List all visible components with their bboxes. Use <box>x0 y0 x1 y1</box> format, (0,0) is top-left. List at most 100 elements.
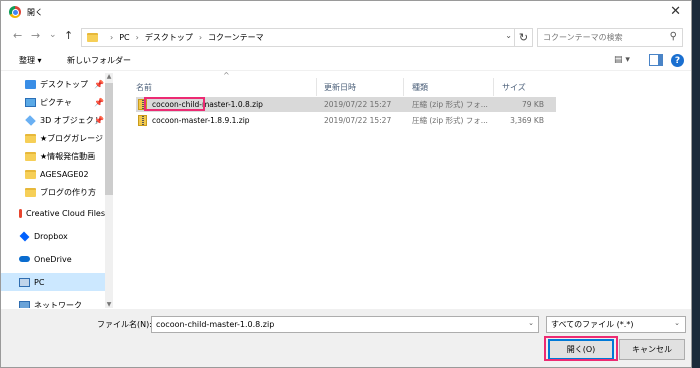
sidebar-item-label: ブログの作り方 <box>40 187 96 197</box>
sidebar-item-dropbox[interactable]: Dropbox <box>19 227 105 245</box>
forward-button[interactable]: → <box>31 29 40 42</box>
chevron-down-icon[interactable]: ⌄ <box>505 31 512 40</box>
file-list: ^ 名前 更新日時 種類 サイズ cocoon-child-master-1.0… <box>126 71 691 308</box>
search-placeholder: コクーンテーマの検索 <box>543 33 623 42</box>
address-bar[interactable]: › PC › デスクトップ › コクーンテーマ ⌄ <box>81 28 533 47</box>
sidebar-item-creative-cloud[interactable]: Creative Cloud Files <box>19 204 105 222</box>
breadcrumb-pc[interactable]: PC <box>119 33 129 42</box>
sidebar-item-label: AGESAGE02 <box>40 169 89 179</box>
sidebar-item-label: Dropbox <box>34 231 68 241</box>
scroll-down-icon[interactable]: ▼ <box>105 301 113 308</box>
organize-button[interactable]: 整理 ▾ <box>19 55 42 66</box>
filetype-value: すべてのファイル (*.*) <box>551 320 634 329</box>
back-button[interactable]: ← <box>13 29 22 42</box>
filetype-select[interactable]: すべてのファイル (*.*) ⌄ <box>546 316 686 333</box>
sidebar-item-blog-howto[interactable]: ブログの作り方 <box>25 183 105 201</box>
sidebar-item-blog-garage[interactable]: ★ブログガレージ <box>25 129 105 147</box>
scroll-up-icon[interactable]: ▲ <box>105 73 113 80</box>
folder-icon <box>25 169 36 179</box>
dropbox-icon <box>19 231 30 241</box>
breadcrumb-current[interactable]: コクーンテーマ <box>208 32 264 43</box>
open-file-dialog: 開く ✕ ← → ⌄ ↑ › PC › デスクトップ › コクーンテーマ ⌄ ↻… <box>0 0 692 368</box>
network-icon <box>19 300 30 308</box>
folder-icon <box>25 133 36 143</box>
sidebar-item-label: ピクチャ <box>40 97 72 107</box>
chevron-right-icon: › <box>198 33 203 42</box>
column-divider[interactable] <box>316 78 317 96</box>
filename-value: cocoon-child-master-1.0.8.zip <box>156 320 275 329</box>
title-bar: 開く ✕ <box>1 1 691 23</box>
navigation-pane: デスクトップ 📌 ピクチャ 📌 3D オブジェクト 📌 ★ブログガレージ ★情報… <box>1 73 113 308</box>
file-date: 2019/07/22 15:27 <box>324 100 392 109</box>
folder-icon <box>87 33 98 42</box>
refresh-button[interactable]: ↻ <box>514 28 533 47</box>
pin-icon: 📌 <box>94 79 104 89</box>
annotation-highlight-filename <box>144 97 205 111</box>
zip-file-icon <box>138 115 147 126</box>
search-icon: ⚲ <box>669 31 677 42</box>
sidebar-item-label: PC <box>34 277 45 287</box>
chevron-right-icon: › <box>135 33 139 42</box>
filename-label: ファイル名(N): <box>97 320 152 329</box>
file-type: 圧縮 (zip 形式) フォ... <box>412 100 488 109</box>
sidebar-item-desktop[interactable]: デスクトップ 📌 <box>25 75 105 93</box>
navigation-bar: ← → ⌄ ↑ › PC › デスクトップ › コクーンテーマ ⌄ ↻ コクーン… <box>1 25 691 49</box>
file-name: cocoon-master-1.8.9.1.zip <box>152 116 250 125</box>
column-divider[interactable] <box>403 78 404 96</box>
3d-objects-icon <box>25 114 36 126</box>
file-size: 79 KB <box>522 100 544 109</box>
sidebar-item-label: ★情報発信動画 <box>40 151 96 161</box>
folder-icon <box>25 187 36 197</box>
sidebar-item-onedrive[interactable]: OneDrive <box>19 250 105 268</box>
file-list-scrollbar[interactable] <box>684 73 691 308</box>
breadcrumb: › PC › デスクトップ › コクーンテーマ <box>104 32 264 43</box>
column-divider[interactable] <box>493 78 494 96</box>
sidebar-item-label: ★ブログガレージ <box>40 133 104 143</box>
folder-icon <box>25 151 36 161</box>
recent-locations-button[interactable]: ⌄ <box>49 30 57 40</box>
sidebar-item-label: 3D オブジェクト <box>40 115 102 125</box>
close-icon[interactable]: ✕ <box>670 4 681 19</box>
column-header-name[interactable]: 名前 <box>136 78 152 96</box>
sort-ascending-icon: ^ <box>223 71 230 80</box>
file-date: 2019/07/22 15:27 <box>324 116 392 125</box>
sidebar-item-info-video[interactable]: ★情報発信動画 <box>25 147 105 165</box>
scrollbar-thumb[interactable] <box>105 83 113 195</box>
pin-icon: 📌 <box>94 115 104 125</box>
desktop-icon <box>25 79 36 89</box>
filename-input[interactable]: cocoon-child-master-1.0.8.zip ⌄ <box>151 316 539 333</box>
sidebar-item-agesage02[interactable]: AGESAGE02 <box>25 165 105 183</box>
preview-pane-icon[interactable] <box>649 54 663 66</box>
pc-icon <box>19 277 30 287</box>
file-type: 圧縮 (zip 形式) フォ... <box>412 116 488 125</box>
cancel-button[interactable]: キャンセル <box>619 339 685 360</box>
chrome-icon <box>9 6 21 18</box>
sidebar-item-label: ネットワーク <box>34 300 82 309</box>
sidebar-item-label: OneDrive <box>34 254 72 264</box>
sidebar-item-pictures[interactable]: ピクチャ 📌 <box>25 93 105 111</box>
chevron-down-icon[interactable]: ⌄ <box>528 319 534 327</box>
sidebar-item-label: Creative Cloud Files <box>25 208 105 218</box>
up-button[interactable]: ↑ <box>64 29 73 42</box>
sidebar-item-label: デスクトップ <box>40 79 88 89</box>
sidebar-item-3d-objects[interactable]: 3D オブジェクト 📌 <box>25 111 105 129</box>
column-header-size[interactable]: サイズ <box>502 78 526 96</box>
column-header-type[interactable]: 種類 <box>412 78 428 96</box>
creative-cloud-icon <box>19 208 22 218</box>
pictures-icon <box>25 97 36 107</box>
chevron-right-icon: › <box>110 33 114 42</box>
sidebar-scrollbar[interactable]: ▲ ▼ <box>105 73 113 308</box>
chevron-down-icon: ⌄ <box>674 319 680 327</box>
help-button[interactable]: ? <box>671 54 684 67</box>
new-folder-button[interactable]: 新しいフォルダー <box>67 55 131 66</box>
pin-icon: 📌 <box>94 97 104 107</box>
view-options-icon[interactable]: ▤ ▾ <box>614 55 630 65</box>
file-row[interactable]: cocoon-master-1.8.9.1.zip 2019/07/22 15:… <box>136 113 556 128</box>
breadcrumb-desktop[interactable]: デスクトップ <box>145 32 193 43</box>
command-bar: 整理 ▾ 新しいフォルダー ▤ ▾ ? <box>1 51 691 71</box>
sidebar-item-pc[interactable]: PC <box>1 273 105 291</box>
column-header-date[interactable]: 更新日時 <box>324 78 356 96</box>
search-input[interactable]: コクーンテーマの検索 ⚲ <box>537 28 683 47</box>
sidebar-item-network[interactable]: ネットワーク <box>19 296 105 308</box>
onedrive-icon <box>19 256 30 262</box>
